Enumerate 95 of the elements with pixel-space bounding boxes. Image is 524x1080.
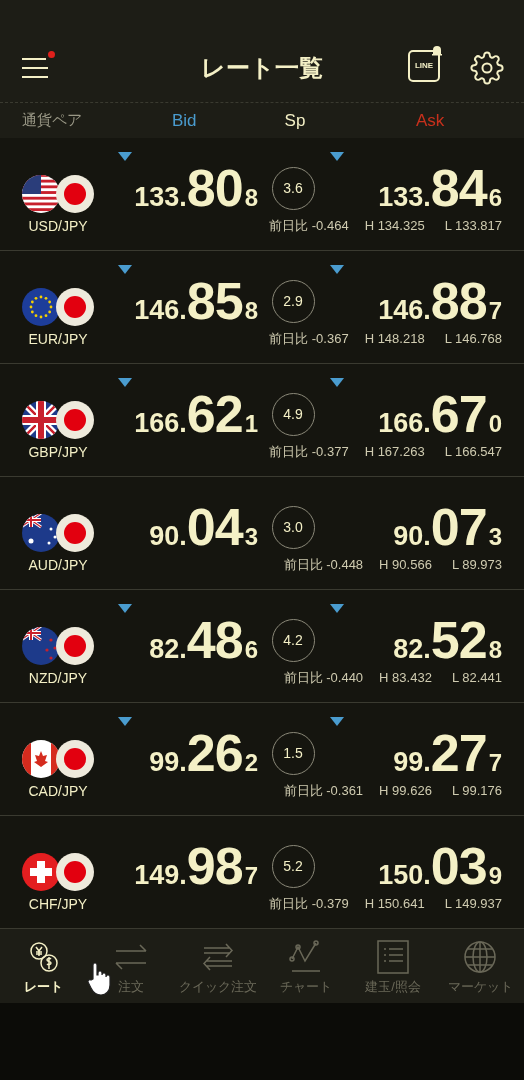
screen-title: レート一覧 bbox=[201, 52, 323, 83]
japan-flag-icon bbox=[55, 626, 95, 666]
price-fraction: 7 bbox=[488, 299, 502, 323]
currency-pair: CAD/JPY bbox=[28, 782, 88, 800]
japan-flag-icon bbox=[55, 513, 95, 553]
currency-pair: USD/JPY bbox=[28, 217, 88, 235]
high-price: H 148.218 bbox=[364, 330, 425, 348]
price-fraction: 8 bbox=[244, 186, 258, 210]
high-price: H 134.325 bbox=[364, 217, 425, 235]
day-change: 前日比 -0.361 bbox=[283, 782, 364, 800]
day-change: 前日比 -0.448 bbox=[283, 556, 364, 574]
low-price: L 146.768 bbox=[444, 330, 502, 348]
currency-pair: CHF/JPY bbox=[28, 895, 88, 913]
price-pips: 67 bbox=[430, 388, 487, 440]
price-prefix: 99. bbox=[393, 749, 431, 776]
price-prefix: 133. bbox=[378, 184, 431, 211]
price-pips: 04 bbox=[186, 501, 243, 553]
price-fraction: 6 bbox=[244, 638, 258, 662]
hand-cursor-icon bbox=[86, 961, 112, 995]
price-pips: 80 bbox=[186, 162, 243, 214]
rate-row[interactable]: 133.808 3.6 133.846 USD/JPY 前日比 -0.464 H 134.325 L 133.817 bbox=[0, 138, 524, 251]
rate-row[interactable]: 146.858 2.9 146.887 EUR/JPY 前日比 -0.367 H 148.218 L 146.768 bbox=[0, 251, 524, 364]
price-pips: 88 bbox=[430, 275, 487, 327]
price-fraction: 6 bbox=[488, 186, 502, 210]
bell-icon bbox=[431, 44, 443, 56]
price-fraction: 7 bbox=[244, 864, 258, 888]
price-fraction: 1 bbox=[244, 412, 258, 436]
price-prefix: 166. bbox=[134, 410, 187, 437]
rate-row[interactable]: 90.043 3.0 90.073 AUD/JPY 前日比 -0.448 H 90.566 L 89.973 bbox=[0, 477, 524, 590]
price-pips: 48 bbox=[186, 614, 243, 666]
column-header: Sp bbox=[283, 109, 307, 132]
price-pips: 52 bbox=[430, 614, 487, 666]
list-icon bbox=[374, 939, 411, 975]
globe-icon bbox=[462, 939, 499, 975]
price-fraction: 9 bbox=[488, 864, 502, 888]
price-pips: 84 bbox=[430, 162, 487, 214]
currency-pair: AUD/JPY bbox=[28, 556, 88, 574]
high-price: H 90.566 bbox=[379, 556, 432, 574]
low-price: L 82.441 bbox=[451, 669, 502, 687]
nav-tab[interactable]: レート bbox=[0, 939, 88, 1003]
rate-row[interactable]: 166.621 4.9 166.670 GBP/JPY 前日比 -0.377 H 167.263 L 166.547 bbox=[0, 364, 524, 477]
price-prefix: 149. bbox=[134, 862, 187, 889]
price-fraction: 8 bbox=[488, 638, 502, 662]
price-fraction: 7 bbox=[488, 751, 502, 775]
price-pips: 98 bbox=[186, 840, 243, 892]
japan-flag-icon bbox=[55, 852, 95, 892]
day-change: 前日比 -0.464 bbox=[269, 217, 349, 235]
high-price: H 150.641 bbox=[364, 895, 425, 913]
day-change: 前日比 -0.367 bbox=[269, 330, 349, 348]
price-pips: 85 bbox=[186, 275, 243, 327]
currency-pair: GBP/JPY bbox=[28, 443, 88, 461]
currency-pair: EUR/JPY bbox=[28, 330, 88, 348]
price-prefix: 90. bbox=[149, 523, 187, 550]
high-price: H 83.432 bbox=[379, 669, 432, 687]
price-pips: 62 bbox=[186, 388, 243, 440]
column-header: Bid bbox=[171, 109, 198, 132]
column-header: 通貨ペア bbox=[21, 110, 83, 131]
rate-row[interactable]: 82.486 4.2 82.528 NZD/JPY 前日比 -0.440 H 83.432 L 82.441 bbox=[0, 590, 524, 703]
column-header: Ask bbox=[415, 109, 446, 132]
price-fraction: 0 bbox=[488, 412, 502, 436]
rate-row[interactable]: 149.987 5.2 150.039 CHF/JPY 前日比 -0.379 H 150.641 L 149.937 bbox=[0, 816, 524, 929]
price-prefix: 82. bbox=[149, 636, 187, 663]
low-price: L 166.547 bbox=[444, 443, 502, 461]
price-fraction: 8 bbox=[244, 299, 258, 323]
price-fraction: 3 bbox=[488, 525, 502, 549]
low-price: L 89.973 bbox=[451, 556, 502, 574]
currency-pair: NZD/JPY bbox=[28, 669, 88, 687]
low-price: L 99.176 bbox=[451, 782, 502, 800]
japan-flag-icon bbox=[55, 174, 95, 214]
price-fraction: 3 bbox=[244, 525, 258, 549]
price-prefix: 90. bbox=[393, 523, 431, 550]
price-pips: 27 bbox=[430, 727, 487, 779]
japan-flag-icon bbox=[55, 287, 95, 327]
price-pips: 26 bbox=[186, 727, 243, 779]
low-price: L 149.937 bbox=[444, 895, 502, 913]
price-prefix: 146. bbox=[378, 297, 431, 324]
price-prefix: 82. bbox=[393, 636, 431, 663]
high-price: H 167.263 bbox=[364, 443, 425, 461]
japan-flag-icon bbox=[55, 400, 95, 440]
price-pips: 07 bbox=[430, 501, 487, 553]
low-price: L 133.817 bbox=[444, 217, 502, 235]
price-prefix: 166. bbox=[378, 410, 431, 437]
high-price: H 99.626 bbox=[379, 782, 432, 800]
price-pips: 03 bbox=[430, 840, 487, 892]
price-fraction: 2 bbox=[244, 751, 258, 775]
price-prefix: 150. bbox=[378, 862, 431, 889]
day-change: 前日比 -0.377 bbox=[269, 443, 349, 461]
japan-flag-icon bbox=[55, 739, 95, 779]
price-prefix: 133. bbox=[134, 184, 187, 211]
rate-row[interactable]: 99.262 1.5 99.277 CAD/JPY 前日比 -0.361 H 99.626 L 99.176 bbox=[0, 703, 524, 816]
day-change: 前日比 -0.440 bbox=[283, 669, 364, 687]
price-prefix: 146. bbox=[134, 297, 187, 324]
day-change: 前日比 -0.379 bbox=[269, 895, 349, 913]
settings-icon[interactable] bbox=[470, 51, 504, 85]
price-prefix: 99. bbox=[149, 749, 187, 776]
